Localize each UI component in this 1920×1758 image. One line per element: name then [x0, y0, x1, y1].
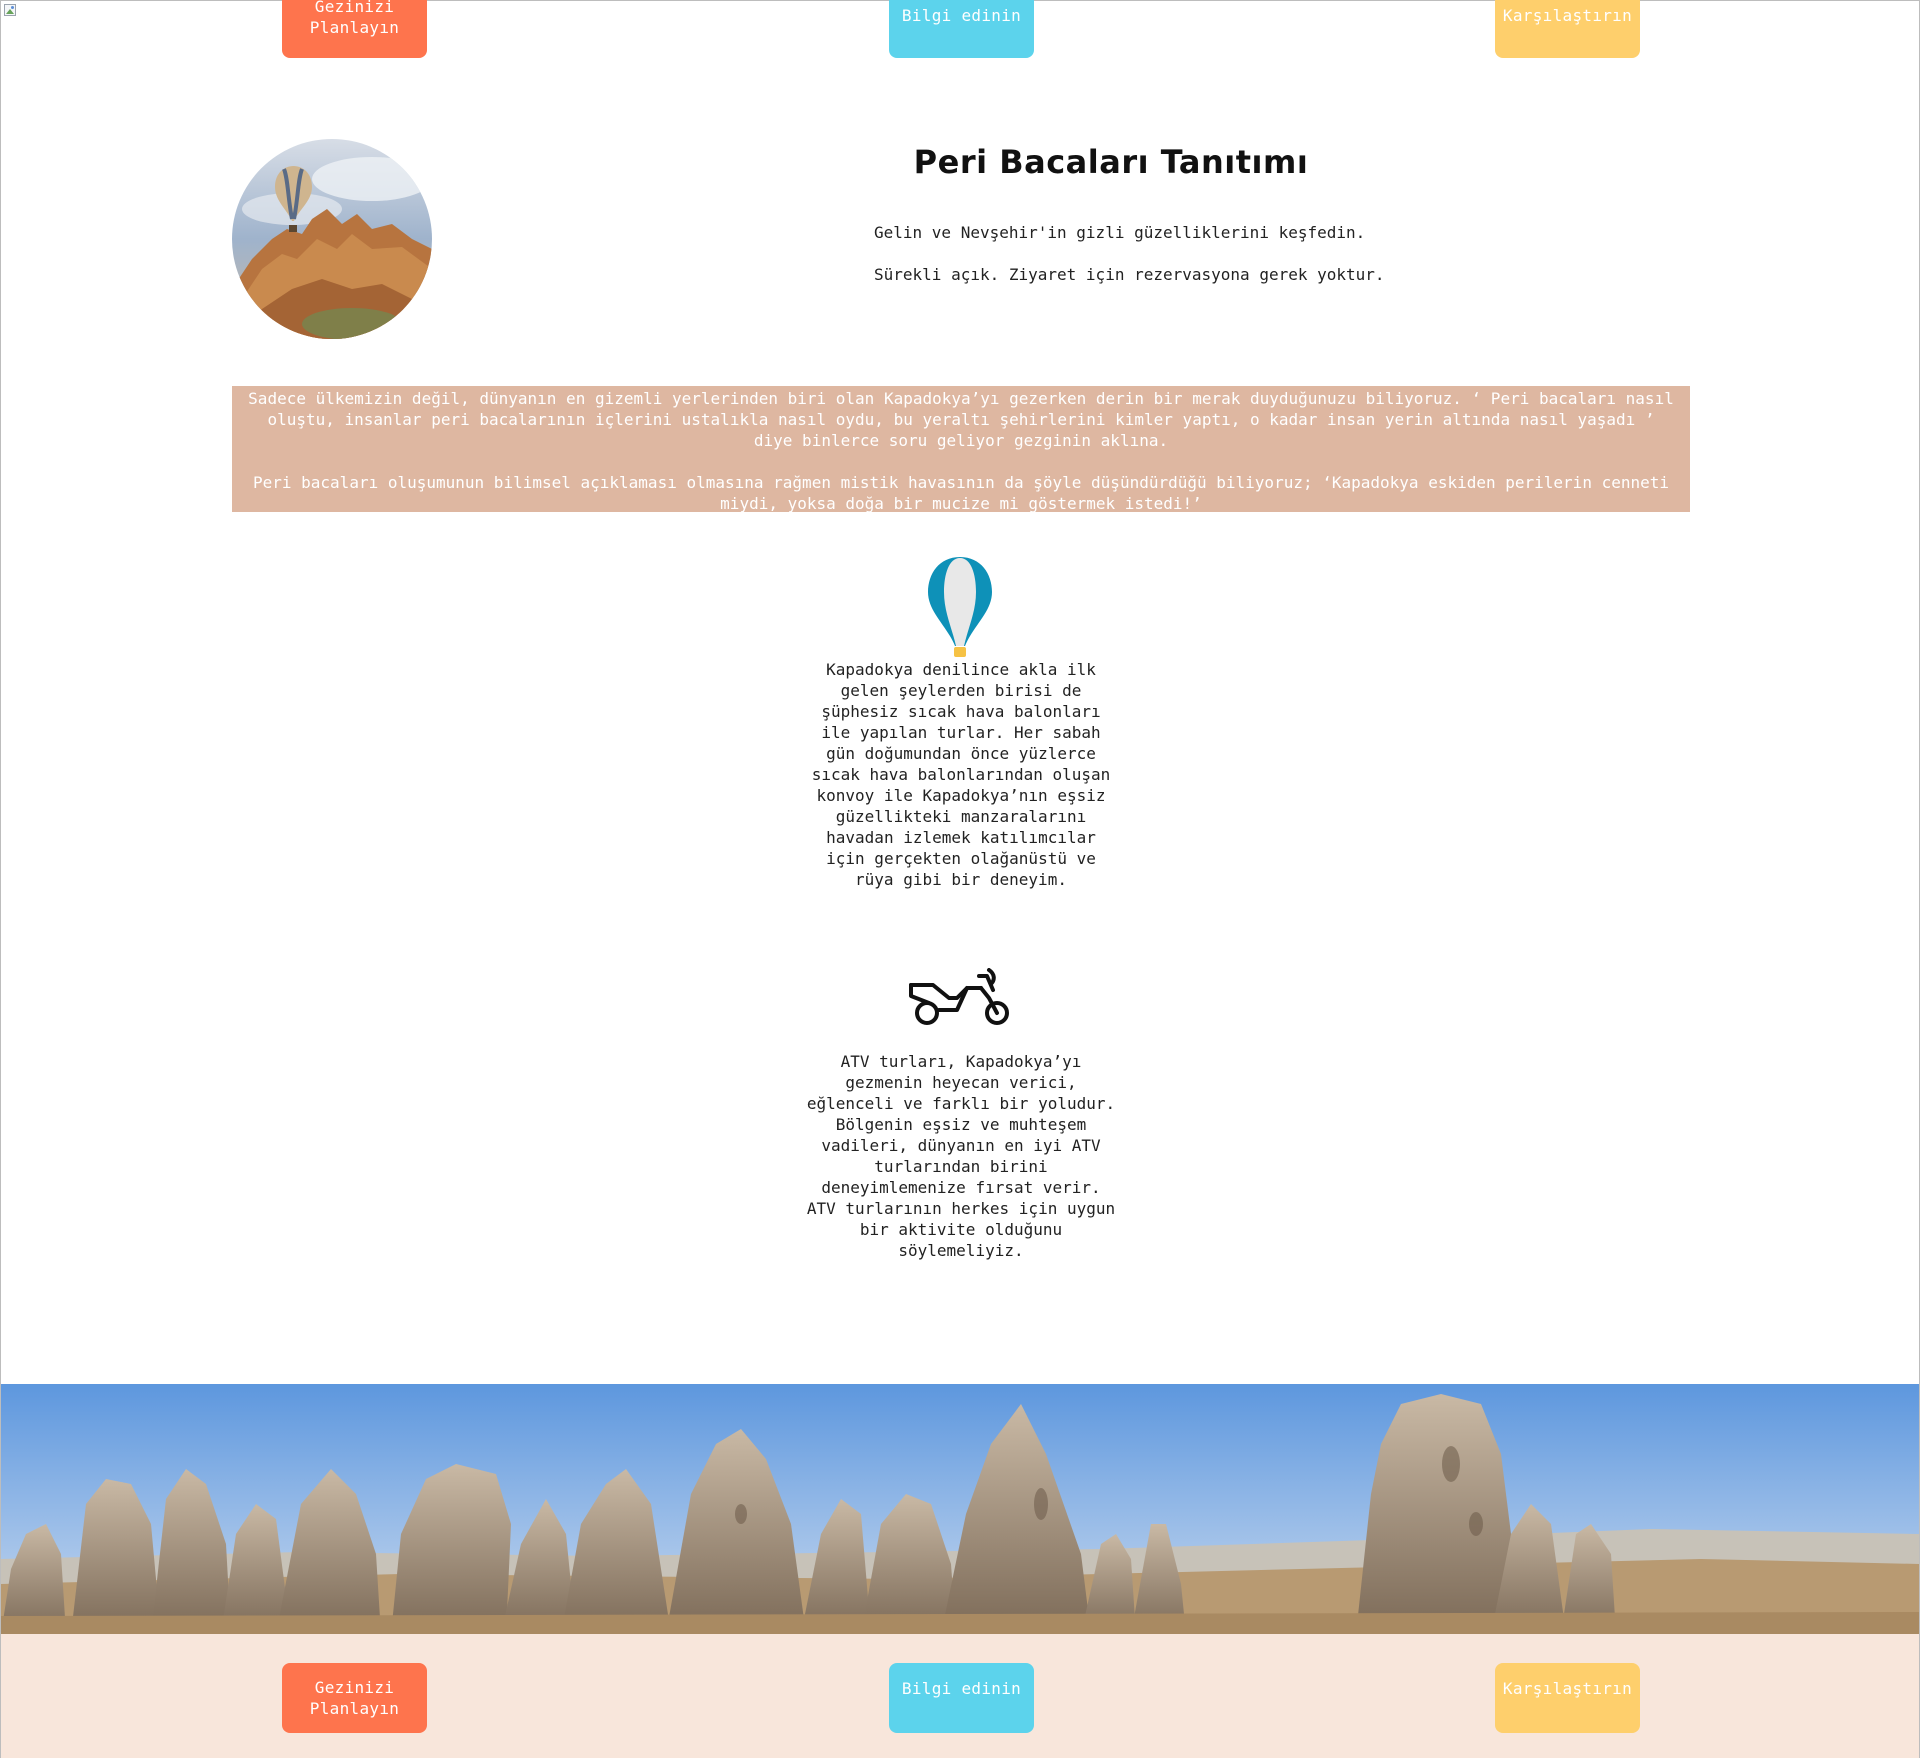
balloon-tour-text: Kapadokya denilince akla ilk gelen şeyle… — [811, 660, 1111, 889]
broken-image-icon — [3, 3, 17, 17]
footer-get-info-button[interactable]: Bilgi edinin — [889, 1663, 1034, 1733]
fairy-chimneys-panorama — [1, 1384, 1919, 1634]
story-paragraph-2: Peri bacaları oluşumunun bilimsel açıkla… — [252, 473, 1670, 513]
story-paragraph-1: Sadece ülkemizin değil, dünyanın en gize… — [248, 389, 1674, 450]
page-title: Peri Bacaları Tanıtımı — [913, 143, 1309, 181]
intro-open-text: Sürekli açık. Ziyaret için rezervasyona … — [874, 265, 1385, 284]
footer-plan-trip-button[interactable]: Gezinizi Planlayın — [282, 1663, 427, 1733]
footer-band: Gezinizi Planlayın Bilgi edinin Karşılaş… — [1, 1634, 1919, 1758]
hero-balloon-image — [232, 139, 432, 339]
footer-compare-button[interactable]: Karşılaştırın — [1495, 1663, 1640, 1733]
hot-air-balloon-icon — [925, 554, 995, 663]
plan-trip-button[interactable]: Gezinizi Planlayın — [282, 0, 427, 58]
intro-discover-text: Gelin ve Nevşehir'in gizli güzelliklerin… — [874, 223, 1366, 242]
atv-tour-text: ATV turları, Kapadokya’yı gezmenin heyec… — [806, 1052, 1116, 1260]
compare-button[interactable]: Karşılaştırın — [1495, 0, 1640, 58]
get-info-button[interactable]: Bilgi edinin — [889, 0, 1034, 58]
story-box: Sadece ülkemizin değil, dünyanın en gize… — [232, 386, 1690, 513]
motorcycle-icon — [909, 968, 1013, 1032]
